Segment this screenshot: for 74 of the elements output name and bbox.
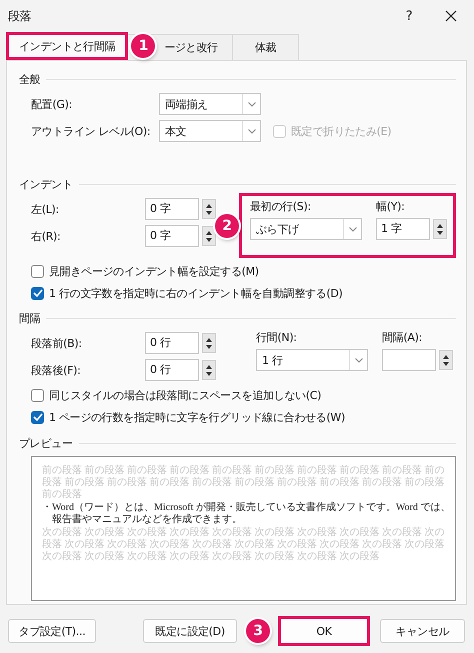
down-arrow-icon xyxy=(437,230,443,234)
checkbox-label: 同じスタイルの場合は段落間にスペースを追加しない(C) xyxy=(49,388,322,402)
spin-buttons[interactable] xyxy=(439,350,453,370)
tab[interactable]: 体裁 xyxy=(232,34,300,60)
dialog-button[interactable]: タブ設定(T)... xyxy=(8,619,96,643)
chevron-icon xyxy=(248,102,256,106)
spin-buttons[interactable] xyxy=(202,333,216,353)
up-arrow-icon xyxy=(443,354,449,358)
up-arrow-icon xyxy=(206,364,212,368)
number-field[interactable]: 0 字 xyxy=(145,198,199,220)
checkbox-label: 見開きページのインデント幅を設定する(M) xyxy=(49,264,259,278)
step-marker: 2 xyxy=(215,214,239,238)
field-label: アウトライン レベル(O): xyxy=(31,124,152,138)
up-arrow-icon xyxy=(206,230,212,234)
number-field[interactable] xyxy=(382,349,436,371)
field-label: 最初の行(S): xyxy=(250,199,312,215)
chevron-icon xyxy=(248,128,256,134)
spin-buttons[interactable] xyxy=(202,226,216,246)
section-heading: インデント xyxy=(19,176,73,192)
dialog-button[interactable]: OK xyxy=(278,616,370,646)
number-field[interactable]: 0 行 xyxy=(145,359,199,381)
step-marker: 3 xyxy=(246,619,270,643)
checkbox[interactable] xyxy=(31,286,44,300)
close-icon xyxy=(445,10,457,22)
field-label: 幅(Y): xyxy=(376,199,406,215)
up-arrow-icon xyxy=(206,338,212,342)
field-label: 間隔(A): xyxy=(382,330,424,346)
spin-buttons[interactable] xyxy=(202,360,216,380)
step-marker: 1 xyxy=(131,34,156,58)
preview-text: ・Word（ワード）とは、Microsoft が開発・販売している文書作成ソフトです。Word では、報告書やマニュアルなどを作成できます。 xyxy=(42,502,451,526)
down-arrow-icon xyxy=(443,362,449,366)
preview-text: 次の段落 次の段落 次の段落 次の段落 次の段落 次の段落 次の段落 次の段落 次の段落 次の xyxy=(42,527,446,538)
up-arrow-icon xyxy=(206,204,212,208)
dropdown[interactable]: 1 行 xyxy=(256,349,368,371)
checkbox-label: 既定で折りたたみ(E) xyxy=(291,124,392,138)
preview-text: 前の段落 前の段落 前の段落 前の段落 前の段落 前の段落 前の段落 前の段落 前の段落 前の xyxy=(42,465,446,476)
field-label: 段落前(B): xyxy=(31,336,83,350)
chevron-icon xyxy=(348,226,356,232)
dialog-button[interactable]: 既定に設定(D) xyxy=(143,619,237,643)
spin-buttons[interactable] xyxy=(202,199,216,219)
help-button[interactable]: ? xyxy=(394,4,424,28)
dropdown[interactable]: 本文 xyxy=(159,120,261,142)
dropdown[interactable]: 両端揃え xyxy=(159,93,261,115)
dropdown[interactable]: ぶら下げ xyxy=(250,218,362,240)
preview-text: 次の段落 次の段落 次の段落 次の段落 次の段落 次の段落 次の段落 次の段落 xyxy=(42,551,380,563)
number-field[interactable]: 0 字 xyxy=(145,225,199,247)
checkbox[interactable] xyxy=(31,264,44,278)
down-arrow-icon xyxy=(206,372,212,376)
checkbox-label: 1 行の文字数を指定時に右のインデント幅を自動調整する(D) xyxy=(49,286,343,300)
down-arrow-icon xyxy=(206,210,212,214)
section-heading: プレビュー xyxy=(19,436,73,450)
preview-text: 前の段落 xyxy=(42,489,83,501)
checkbox[interactable] xyxy=(31,388,44,402)
field-label: 右(R): xyxy=(31,228,62,244)
dialog-button[interactable]: キャンセル xyxy=(380,619,465,643)
preview-text: 段落 次の段落 次の段落 次の段落 次の段落 次の段落 次の段落 次の段落 次の段落 次の段落 xyxy=(42,539,446,550)
up-arrow-icon xyxy=(437,224,443,228)
number-field[interactable]: 1 字 xyxy=(376,218,430,240)
checkbox-label: 1 ページの行数を指定時に文字を行グリッド線に合わせる(W) xyxy=(49,410,345,424)
preview-text: 段落 前の段落 前の段落 前の段落 前の段落 前の段落 前の段落 前の段落 前の段落 前の段落 xyxy=(42,477,446,488)
window-title: 段落 xyxy=(8,8,32,24)
number-field[interactable]: 0 行 xyxy=(145,332,199,354)
spin-buttons[interactable] xyxy=(433,219,447,239)
tab[interactable]: インデントと行間隔 xyxy=(6,32,128,60)
field-label: 段落後(F): xyxy=(31,362,82,378)
down-arrow-icon xyxy=(206,238,212,242)
field-label: 左(L): xyxy=(31,202,60,216)
chevron-icon xyxy=(354,358,362,362)
field-label: 行間(N): xyxy=(256,330,298,346)
section-heading: 間隔 xyxy=(19,310,40,326)
field-label: 配置(G): xyxy=(31,96,74,112)
checkbox[interactable] xyxy=(31,410,44,424)
down-arrow-icon xyxy=(206,344,212,348)
section-heading: 全般 xyxy=(19,72,40,86)
